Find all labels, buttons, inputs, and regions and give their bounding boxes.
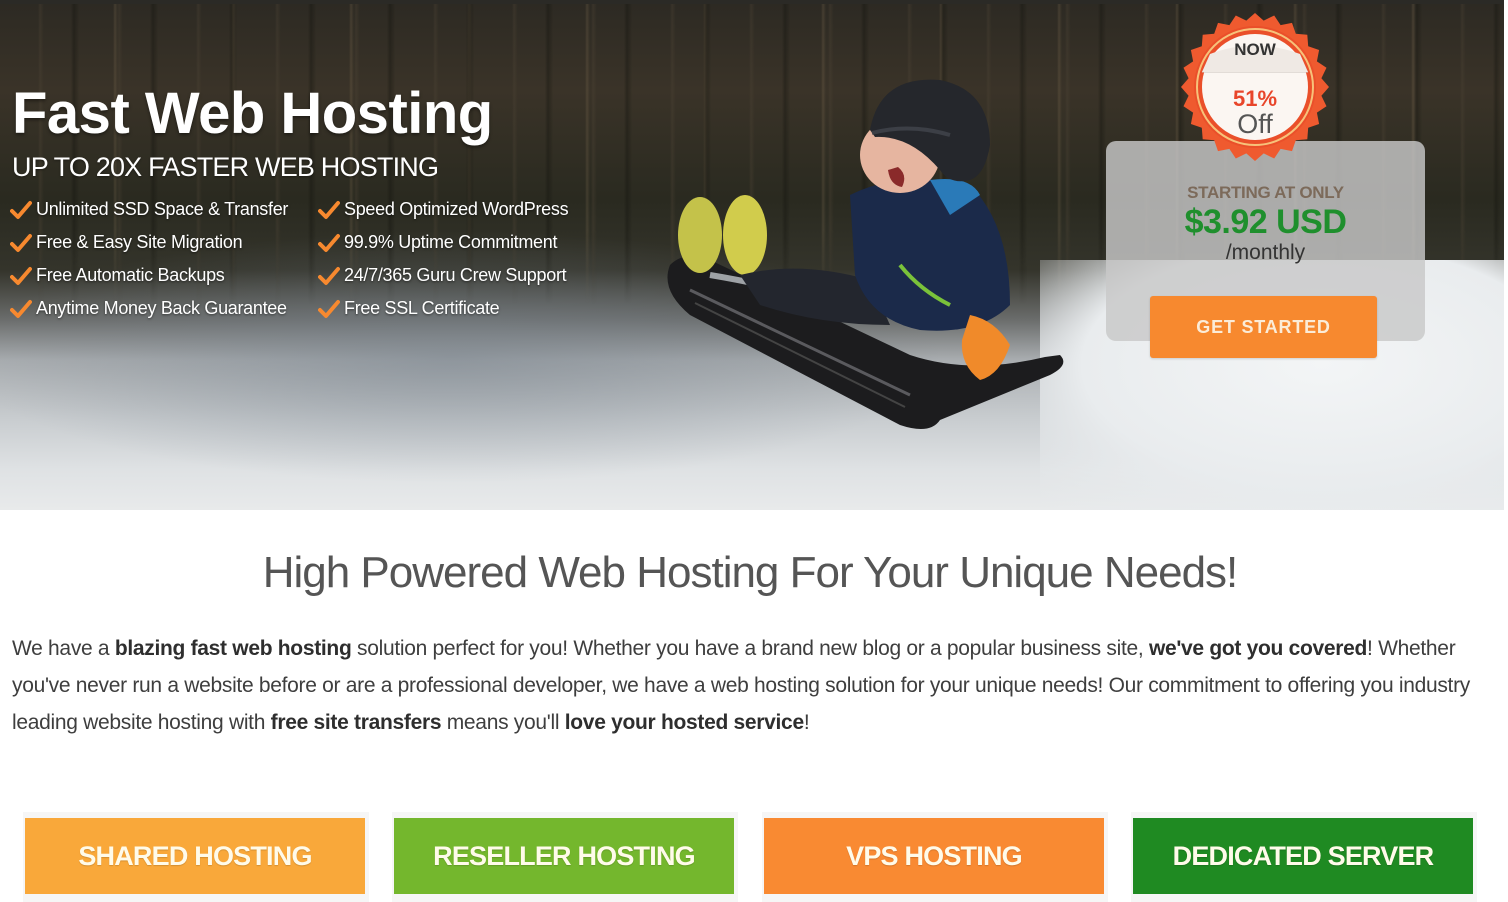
feature-label: Free & Easy Site Migration: [36, 232, 243, 252]
checkmark-icon: [318, 200, 340, 219]
intro-text: !: [803, 711, 810, 734]
shared-hosting-button[interactable]: SHARED HOSTING: [25, 818, 365, 894]
feature-label: Unlimited SSD Space & Transfer: [36, 199, 289, 219]
badge-now-text: NOW: [1234, 40, 1276, 59]
checkmark-icon: [10, 266, 32, 285]
feature-item: Speed Optimized WordPress: [318, 198, 610, 221]
feature-item: Free & Easy Site Migration: [10, 231, 318, 254]
checkmark-icon: [318, 299, 340, 318]
plan-card-shared: SHARED HOSTING: [23, 812, 369, 902]
intro-paragraph: We have a blazing fast web hosting solut…: [12, 630, 1496, 741]
get-started-button[interactable]: GET STARTED: [1150, 296, 1377, 358]
section-title: High Powered Web Hosting For Your Unique…: [262, 548, 1239, 597]
intro-emphasis: we've got you covered: [1148, 637, 1368, 660]
feature-item: 99.9% Uptime Commitment: [318, 231, 610, 254]
dedicated-server-button[interactable]: DEDICATED SERVER: [1133, 818, 1473, 894]
feature-label: Anytime Money Back Guarantee: [36, 298, 287, 318]
price-amount: $3.92 USD: [1184, 203, 1347, 241]
feature-list: Unlimited SSD Space & Transfer Speed Opt…: [10, 198, 610, 320]
feature-label: Free Automatic Backups: [36, 265, 225, 285]
price-label: STARTING AT ONLY: [1187, 183, 1344, 202]
feature-item: Unlimited SSD Space & Transfer: [10, 198, 318, 221]
feature-label: Free SSL Certificate: [344, 298, 500, 318]
feature-label: Speed Optimized WordPress: [344, 199, 569, 219]
feature-label: 99.9% Uptime Commitment: [344, 232, 558, 252]
checkmark-icon: [10, 233, 32, 252]
price-period: /monthly: [1225, 241, 1306, 264]
intro-text: means you'll: [441, 711, 565, 734]
hero-subtitle: UP TO 20X FASTER WEB HOSTING: [12, 152, 439, 182]
feature-item: Free Automatic Backups: [10, 264, 318, 287]
checkmark-icon: [10, 200, 32, 219]
hero-title: Fast Web Hosting: [12, 81, 493, 146]
reseller-hosting-button[interactable]: RESELLER HOSTING: [394, 818, 734, 894]
hero-banner: Fast Web Hosting UP TO 20X FASTER WEB HO…: [0, 0, 1504, 510]
plan-card-vps: VPS HOSTING: [762, 812, 1108, 902]
badge-off-text: Off: [1237, 109, 1273, 139]
feature-item: 24/7/365 Guru Crew Support: [318, 264, 610, 287]
vps-hosting-button[interactable]: VPS HOSTING: [764, 818, 1104, 894]
intro-emphasis: love your hosted service: [564, 711, 804, 734]
intro-text: We have a: [12, 637, 115, 660]
intro-text: solution perfect for you! Whether you ha…: [351, 637, 1149, 660]
discount-badge: NOW 51% Off: [1180, 12, 1330, 162]
feature-label: 24/7/365 Guru Crew Support: [344, 265, 567, 285]
plan-buttons: SHARED HOSTING RESELLER HOSTING VPS HOST…: [0, 812, 1508, 902]
plan-card-dedicated: DEDICATED SERVER: [1131, 812, 1477, 902]
feature-item: Anytime Money Back Guarantee: [10, 297, 318, 320]
sledding-kid-image: [667, 79, 1064, 429]
intro-emphasis: blazing fast web hosting: [114, 637, 352, 660]
feature-item: Free SSL Certificate: [318, 297, 610, 320]
checkmark-icon: [318, 266, 340, 285]
hero-edge: [1504, 0, 1508, 510]
plan-card-reseller: RESELLER HOSTING: [392, 812, 738, 902]
checkmark-icon: [318, 233, 340, 252]
checkmark-icon: [10, 299, 32, 318]
intro-emphasis: free site transfers: [270, 711, 442, 734]
